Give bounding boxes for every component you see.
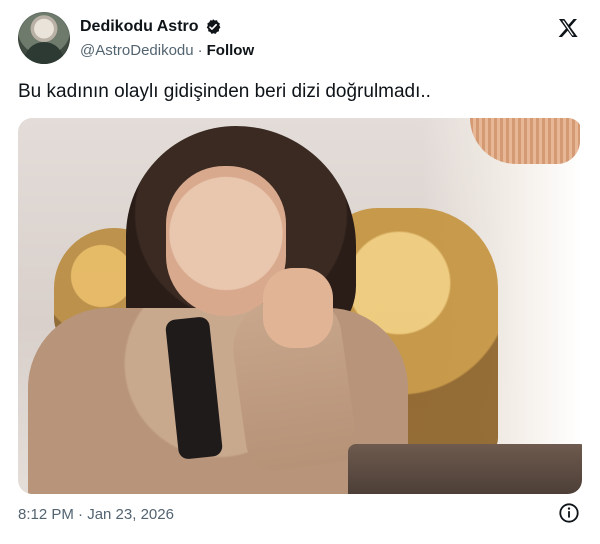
avatar-shoulders [24,42,64,64]
tweet-header: Dedikodu Astro @AstroDedikodu · Follow [18,12,582,66]
tweet-text: Bu kadının olaylı gidişinden beri dizi d… [18,81,431,102]
display-name[interactable]: Dedikodu Astro [80,18,199,36]
handle-row: @AstroDedikodu · Follow [80,42,254,59]
info-icon[interactable] [558,502,580,524]
tweet-photo[interactable] [18,118,582,494]
tweet-card: Dedikodu Astro @AstroDedikodu · Follow B… [0,0,600,544]
author-info: Dedikodu Astro @AstroDedikodu · Follow [80,16,254,59]
handle[interactable]: @AstroDedikodu [80,42,194,59]
photo-hand [263,268,333,348]
display-name-row: Dedikodu Astro [80,16,254,38]
tweet-timestamp[interactable]: 8:12 PM · Jan 23, 2026 [18,506,174,523]
verified-badge-icon [204,18,222,36]
separator-dot: · [197,42,203,59]
x-logo-icon[interactable] [556,16,580,40]
follow-button[interactable]: Follow [207,42,255,59]
photo-table [348,444,582,494]
avatar[interactable] [18,12,70,64]
